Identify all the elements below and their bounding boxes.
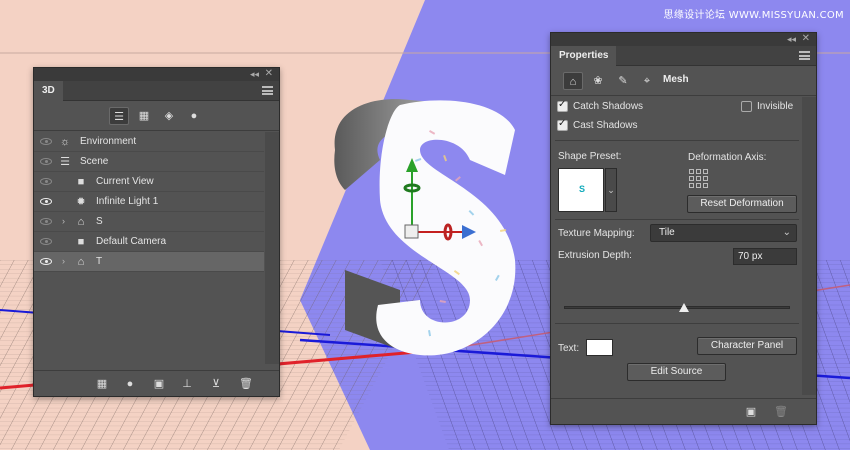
texture-mapping-select[interactable]: Tile ⌄ <box>650 224 797 242</box>
text-color-swatch[interactable] <box>586 339 613 356</box>
texture-mapping-value: Tile <box>659 227 675 238</box>
mesh-tab-icon[interactable]: ⌂ <box>563 72 583 90</box>
layer-row[interactable]: ☼ Environment <box>34 132 264 152</box>
new-mesh-icon[interactable]: ▦ <box>94 376 110 392</box>
scene-icon[interactable]: ☰ <box>109 107 129 125</box>
eye-icon[interactable] <box>40 178 52 185</box>
bottom-toolbar: ▦ ● ▣ ⊥ ⊻ 🗑 <box>34 370 279 396</box>
camera-icon: ■ <box>77 236 85 248</box>
panel-menu-icon[interactable] <box>799 51 810 60</box>
extrusion-depth-slider[interactable] <box>564 306 790 309</box>
scene-icon: ☰ <box>60 156 70 168</box>
catch-shadows-checkbox[interactable] <box>557 99 568 112</box>
section-title: Mesh <box>663 74 689 85</box>
reset-deformation-button[interactable]: Reset Deformation <box>687 195 797 213</box>
panel-titlebar[interactable]: ◂◂ ✕ <box>34 68 279 81</box>
layer-row[interactable]: ✹ Infinite Light 1 <box>34 192 264 212</box>
cast-shadows-checkbox[interactable] <box>557 118 568 131</box>
chevron-right-icon[interactable]: › <box>62 256 65 266</box>
shape-preset-thumbnail[interactable]: S <box>558 168 604 212</box>
properties-body: Catch Shadows Invisible Cast Shadows Sha… <box>551 97 803 395</box>
chevron-down-icon: ⌄ <box>782 227 791 238</box>
properties-panel: ◂◂ ✕ Properties ⌂ ❀ ✎ ⌖ Mesh Catch Shado… <box>550 32 817 425</box>
coordinates-tab-icon[interactable]: ⌖ <box>637 72 657 90</box>
camera-icon: ■ <box>77 176 85 188</box>
divider <box>555 323 799 324</box>
properties-icon-row: ⌂ ❀ ✎ ⌖ Mesh <box>551 66 816 96</box>
layer-name: Infinite Light 1 <box>96 196 159 207</box>
split-mesh-icon[interactable]: ⊻ <box>208 376 224 392</box>
tab-bar: 3D <box>34 81 279 101</box>
collapse-icon[interactable]: ◂◂ <box>250 69 259 80</box>
mesh-icon: ⌂ <box>77 216 85 228</box>
extrusion-depth-input[interactable]: 70 px <box>733 248 797 265</box>
catch-shadows-label: Catch Shadows <box>573 101 644 112</box>
environment-icon: ☼ <box>59 136 71 148</box>
deform-tab-icon[interactable]: ❀ <box>588 72 608 90</box>
invisible-label: Invisible <box>757 101 794 112</box>
eye-icon[interactable] <box>40 238 52 245</box>
layer-name: S <box>96 216 103 227</box>
scrollbar[interactable] <box>802 97 816 395</box>
layer-row[interactable]: ☰ Scene <box>34 152 264 172</box>
material-icon[interactable]: ◈ <box>159 107 179 125</box>
collapse-icon[interactable]: ◂◂ <box>787 34 796 45</box>
layer-name: Default Camera <box>96 236 167 247</box>
scrollbar[interactable] <box>265 132 279 364</box>
layer-name: Current View <box>96 176 154 187</box>
layer-name: Environment <box>80 136 137 147</box>
mesh-icon: ⌂ <box>77 256 85 268</box>
panel-titlebar[interactable]: ◂◂ ✕ <box>551 33 816 46</box>
shape-preset-label: Shape Preset: <box>558 151 622 162</box>
layer-row[interactable]: › ⌂ S <box>34 212 264 232</box>
layer-name: T <box>96 256 103 267</box>
invisible-checkbox[interactable] <box>741 101 752 112</box>
divider <box>555 219 799 220</box>
watermark: 思缘设计论坛 WWW.MISSYUAN.COM <box>663 10 844 21</box>
layer-list: ☼ Environment ☰ Scene ■ Current View ✹ Infinite… <box>34 132 264 272</box>
texture-mapping-label: Texture Mapping: <box>558 228 635 239</box>
close-icon[interactable]: ✕ <box>265 68 273 79</box>
edit-source-button[interactable]: Edit Source <box>627 363 726 381</box>
close-icon[interactable]: ✕ <box>802 33 810 44</box>
cap-tab-icon[interactable]: ✎ <box>613 72 633 90</box>
eye-icon[interactable] <box>40 158 52 165</box>
light-icon: ✹ <box>76 196 86 208</box>
render-icon[interactable]: ▣ <box>151 376 167 392</box>
layer-row[interactable]: ■ Current View <box>34 172 264 192</box>
layer-row[interactable]: › ⌂ T <box>34 252 264 272</box>
new-light-icon[interactable]: ● <box>122 376 138 392</box>
eye-icon[interactable] <box>40 258 52 265</box>
trash-icon[interactable]: 🗑 <box>238 376 254 392</box>
tab-3d[interactable]: 3D <box>34 81 63 101</box>
chevron-down-icon[interactable]: ⌄ <box>605 168 617 212</box>
eye-icon[interactable] <box>40 198 52 205</box>
filter-row: ☰ ▦ ◈ ● <box>34 101 279 131</box>
slider-thumb[interactable] <box>678 303 689 312</box>
light-icon[interactable]: ● <box>184 107 204 125</box>
drop-to-ground-icon[interactable]: ⊥ <box>179 376 195 392</box>
text-label: Text: <box>558 343 580 354</box>
panel-menu-icon[interactable] <box>262 86 273 95</box>
deformation-axis-grid[interactable] <box>689 169 711 191</box>
layer-row[interactable]: ■ Default Camera <box>34 232 264 252</box>
character-panel-button[interactable]: Character Panel <box>697 337 797 355</box>
tab-bar: Properties <box>551 46 816 66</box>
cast-shadows-label: Cast Shadows <box>573 120 638 131</box>
render-icon[interactable]: ▣ <box>743 404 759 420</box>
layer-name: Scene <box>80 156 109 167</box>
trash-icon[interactable]: 🗑 <box>773 404 789 420</box>
eye-icon[interactable] <box>40 138 52 145</box>
3d-panel: ◂◂ ✕ 3D ☰ ▦ ◈ ● ☼ Environment ☰ Scene ■ Curre… <box>33 67 280 397</box>
bottom-toolbar: ▣ 🗑 <box>551 398 816 424</box>
tab-properties[interactable]: Properties <box>551 46 617 66</box>
mesh-icon[interactable]: ▦ <box>134 107 154 125</box>
deformation-axis-label: Deformation Axis: <box>688 152 767 163</box>
chevron-right-icon[interactable]: › <box>62 216 65 226</box>
extrusion-depth-label: Extrusion Depth: <box>558 250 632 261</box>
divider <box>555 140 799 141</box>
eye-icon[interactable] <box>40 218 52 225</box>
